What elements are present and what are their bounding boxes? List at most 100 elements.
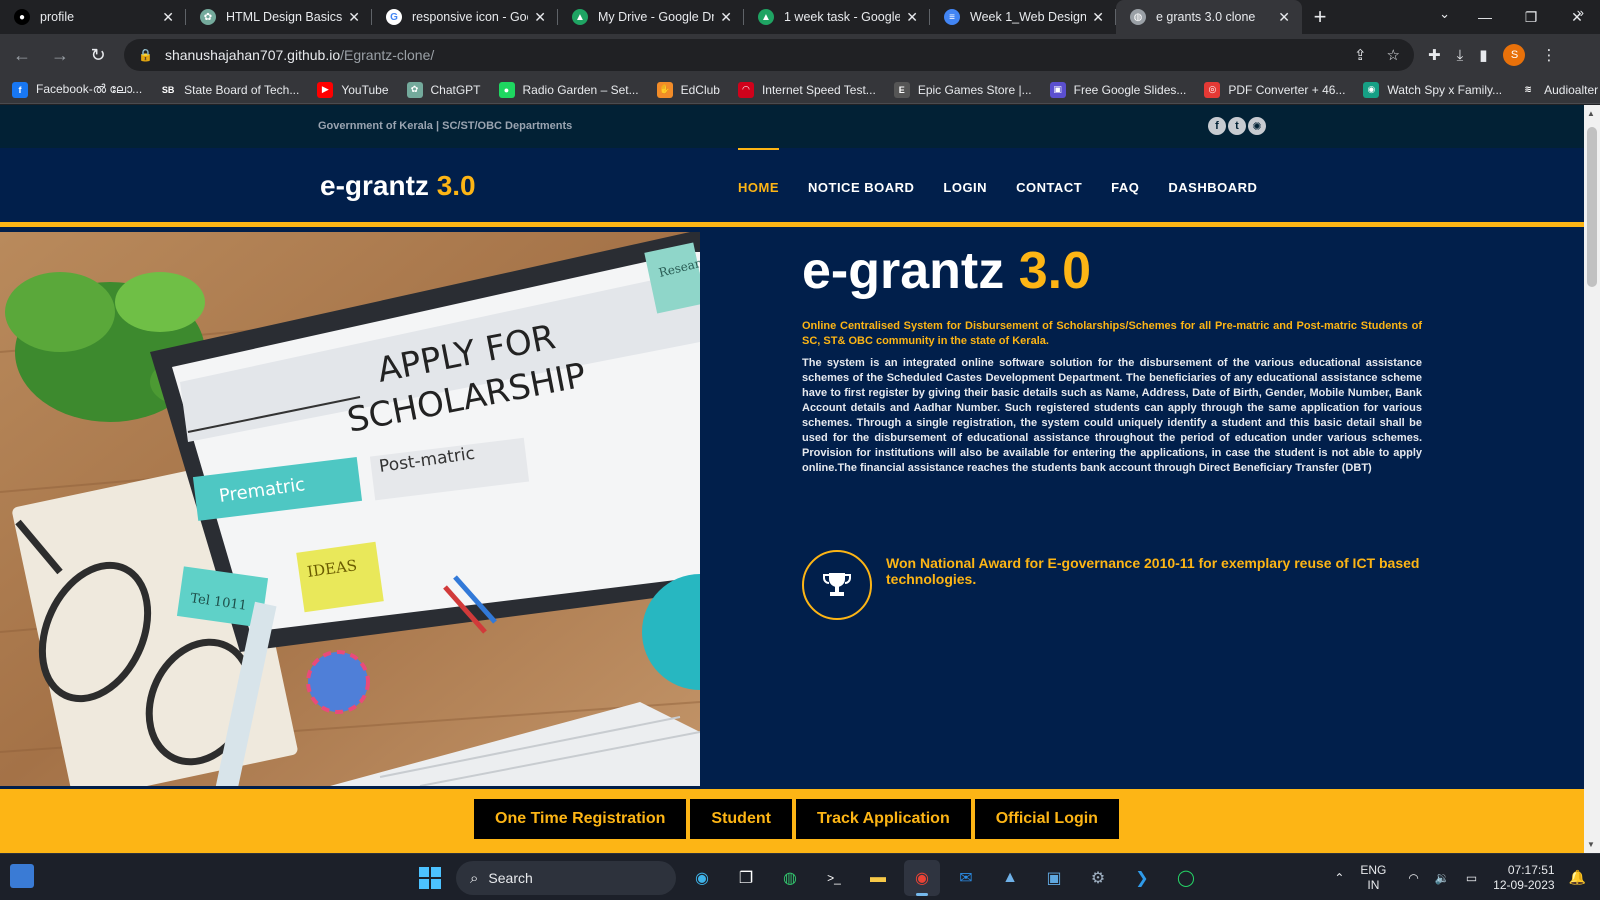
- scroll-up-icon[interactable]: ▲: [1587, 109, 1595, 118]
- cta-one-time-registration-button[interactable]: One Time Registration: [474, 799, 687, 839]
- bookmark-item[interactable]: ≋ Audioalter: [1520, 81, 1598, 98]
- browser-tab-6[interactable]: ◍ e grants 3.0 clone ✕: [1116, 0, 1302, 34]
- bookmarks-overflow-icon[interactable]: »: [1577, 5, 1584, 20]
- nav-link-faq[interactable]: FAQ: [1111, 148, 1139, 222]
- cta-track-application-button[interactable]: Track Application: [795, 799, 971, 839]
- wifi-icon[interactable]: ◠: [1408, 871, 1418, 885]
- facebook-icon[interactable]: f: [1208, 117, 1226, 135]
- address-bar[interactable]: 🔒 shanushajahan707.github.io/Egrantz-clo…: [124, 39, 1414, 71]
- scroll-down-icon[interactable]: ▼: [1587, 840, 1595, 849]
- download-icon[interactable]: ⤓: [1457, 47, 1464, 64]
- nav-link-dashboard[interactable]: DASHBOARD: [1168, 148, 1257, 222]
- forward-icon[interactable]: →: [44, 39, 76, 71]
- bookmark-item[interactable]: ▶ YouTube: [317, 81, 389, 98]
- twitter-icon[interactable]: t: [1228, 117, 1246, 135]
- browser-tab-0[interactable]: ● profile ✕: [0, 0, 186, 34]
- cta-buttons: One Time Registration Student Track Applic…: [474, 799, 1119, 839]
- bookmark-item[interactable]: ✋ EdClub: [656, 81, 720, 98]
- browser-tab-4[interactable]: ▲ 1 week task - Google D ✕: [744, 0, 930, 34]
- clock-date: 12-09-2023: [1493, 877, 1555, 892]
- bookmark-item[interactable]: SB State Board of Tech...: [160, 81, 299, 98]
- close-icon[interactable]: ✕: [1092, 9, 1104, 26]
- bookmark-label: Epic Games Store |...: [917, 82, 1032, 97]
- radio-garden-icon: ●: [498, 81, 515, 98]
- browser-tab-5[interactable]: ≡ Week 1_Web Designing ✕: [930, 0, 1116, 34]
- browser-tab-3[interactable]: ▲ My Drive - Google Drive ✕: [558, 0, 744, 34]
- cta-student-button[interactable]: Student: [690, 799, 792, 839]
- widgets-icon[interactable]: [10, 864, 34, 888]
- bookmark-label: Facebook-ൽ ലോ...: [36, 82, 143, 96]
- bookmark-item[interactable]: f Facebook-ൽ ലോ...: [12, 81, 143, 98]
- extensions-icon[interactable]: ✚: [1428, 46, 1441, 64]
- tray-chevron-icon[interactable]: ⌃: [1334, 871, 1344, 885]
- nav-link-login[interactable]: LOGIN: [943, 148, 987, 222]
- taskbar-search[interactable]: ⌕ Search: [456, 861, 676, 895]
- chatgpt-icon: ✿: [200, 9, 216, 25]
- tab-title: Week 1_Web Designing: [970, 10, 1087, 24]
- terminal-icon[interactable]: >_: [816, 860, 852, 896]
- new-tab-icon[interactable]: +: [1302, 0, 1338, 34]
- edge-beta-icon[interactable]: ◉: [684, 860, 720, 896]
- control-panel-icon[interactable]: ▣: [1036, 860, 1072, 896]
- tab-title: My Drive - Google Drive: [598, 10, 715, 24]
- dribbble-icon[interactable]: ✺: [1248, 117, 1266, 135]
- page-scrollbar[interactable]: ▲ ▼: [1584, 105, 1600, 853]
- speedtest-icon: ◠: [737, 81, 754, 98]
- scrollbar-thumb[interactable]: [1587, 127, 1597, 287]
- minimize-icon[interactable]: —: [1462, 9, 1508, 25]
- globe-icon: ◍: [1130, 9, 1146, 25]
- github-icon: ●: [14, 9, 30, 25]
- restore-icon[interactable]: ❐: [1508, 9, 1554, 26]
- tab-search-icon[interactable]: ⌄: [1439, 6, 1450, 22]
- whatsapp-icon[interactable]: ◯: [1168, 860, 1204, 896]
- edge-icon[interactable]: ◍: [772, 860, 808, 896]
- reload-icon[interactable]: ↻: [82, 39, 114, 71]
- share-icon[interactable]: ⇪: [1354, 46, 1367, 64]
- start-icon[interactable]: [412, 860, 448, 896]
- task-view-icon[interactable]: ❐: [728, 860, 764, 896]
- side-panel-icon[interactable]: ▮: [1479, 46, 1487, 64]
- vscode-icon[interactable]: ❯: [1124, 860, 1160, 896]
- browser-menu-icon[interactable]: ⋮: [1541, 46, 1556, 64]
- nav-link-home[interactable]: HOME: [738, 148, 779, 222]
- lock-icon[interactable]: 🔒: [138, 48, 153, 62]
- nav-link-notice-board[interactable]: NOTICE BOARD: [808, 148, 914, 222]
- bookmark-item[interactable]: ● Radio Garden – Set...: [498, 81, 639, 98]
- battery-icon[interactable]: ▭: [1466, 871, 1477, 885]
- chrome-icon[interactable]: ◉: [904, 860, 940, 896]
- slides-icon: ▣: [1049, 81, 1066, 98]
- bookmark-item[interactable]: ◎ PDF Converter + 46...: [1204, 81, 1345, 98]
- bookmark-item[interactable]: ✿ ChatGPT: [406, 81, 481, 98]
- photos-icon[interactable]: ▲: [992, 860, 1028, 896]
- tab-title: profile: [40, 10, 75, 24]
- close-icon[interactable]: ✕: [534, 9, 546, 26]
- clock[interactable]: 07:17:51 12-09-2023: [1493, 863, 1554, 893]
- close-icon[interactable]: ✕: [348, 9, 360, 26]
- browser-tab-2[interactable]: Gresponsive icon - Goog ✕: [372, 0, 558, 34]
- browser-tab-strip: ● profile ✕ ✿ HTML Design Basics ✕ Gresponsive…: [0, 0, 1600, 34]
- brand-logo[interactable]: e-grantz 3.0: [320, 170, 476, 202]
- bookmark-item[interactable]: E Epic Games Store |...: [893, 81, 1032, 98]
- language-indicator[interactable]: ENG IN: [1360, 863, 1386, 893]
- nav-link-contact[interactable]: CONTACT: [1016, 148, 1082, 222]
- close-icon[interactable]: ✕: [1278, 9, 1290, 26]
- close-icon[interactable]: ✕: [906, 9, 918, 26]
- browser-tab-1[interactable]: ✿ HTML Design Basics ✕: [186, 0, 372, 34]
- bookmark-item[interactable]: ◉ Watch Spy x Family...: [1363, 81, 1502, 98]
- file-explorer-icon[interactable]: ▬: [860, 860, 896, 896]
- back-icon[interactable]: ←: [6, 39, 38, 71]
- cta-band: One Time Registration Student Track Applic…: [0, 789, 1584, 853]
- bookmark-item[interactable]: ◠ Internet Speed Test...: [737, 81, 876, 98]
- gov-text: Government of Kerala | SC/ST/OBC Departm…: [318, 120, 573, 132]
- volume-icon[interactable]: 🔉: [1435, 871, 1450, 885]
- profile-avatar[interactable]: S: [1503, 44, 1526, 66]
- cta-official-login-button[interactable]: Official Login: [974, 799, 1119, 839]
- mail-icon[interactable]: ✉: [948, 860, 984, 896]
- close-icon[interactable]: ✕: [720, 9, 732, 26]
- notification-bell-icon[interactable]: 🔔: [1569, 869, 1586, 886]
- bookmark-star-icon[interactable]: ☆: [1387, 46, 1400, 64]
- close-icon[interactable]: ✕: [162, 9, 174, 26]
- settings-icon[interactable]: ⚙: [1080, 860, 1116, 896]
- bookmark-label: Free Google Slides...: [1073, 82, 1187, 97]
- bookmark-item[interactable]: ▣ Free Google Slides...: [1049, 81, 1187, 98]
